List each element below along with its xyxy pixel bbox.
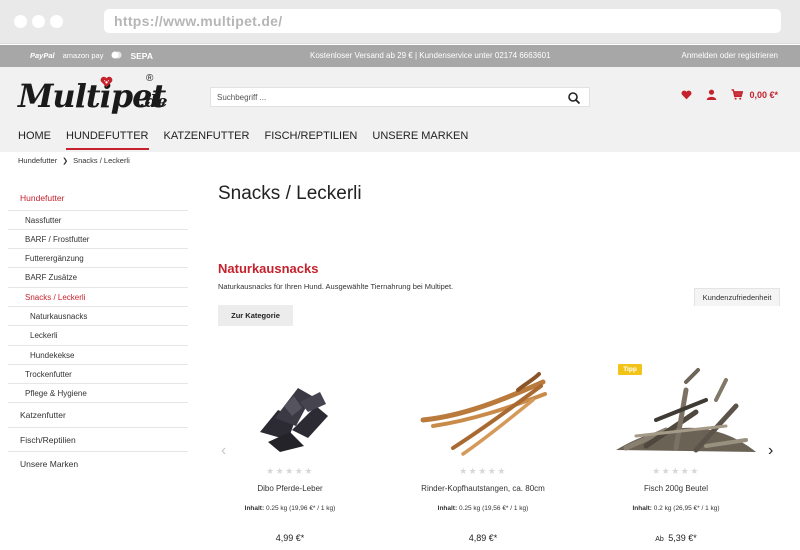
rating-stars: ★★★★★ [459,466,507,476]
sepa-logo: SEPA [130,51,153,61]
sidebar-item-hundekekse[interactable]: Hundekekse [8,346,188,365]
product-card[interactable]: ★★★★★ Dibo Pferde-Leber Inhalt: 0.25 kg … [200,360,380,550]
product-price: 4,89 €* [468,533,498,543]
product-card[interactable]: ★★★★★ Rinder-Kopfhautstangen, ca. 80cm I… [393,360,573,550]
cart-icon[interactable] [731,89,744,100]
product-name[interactable]: Fisch 200g Beutel [586,484,766,493]
logo-registered-mark: ® [146,73,154,84]
login-register-link[interactable]: Anmelden oder registrieren [682,51,779,60]
category-sidebar: Hundefutter Nassfutter BARF / Frostfutte… [8,186,188,477]
sidebar-item-barf-frostfutter[interactable]: BARF / Frostfutter [8,230,188,250]
content-label: Inhalt: [632,505,652,512]
sidebar-item-futterergaenzung[interactable]: Futterergänzung [8,249,188,269]
sidebar-item-unsere-marken[interactable]: Unsere Marken [8,452,188,477]
address-bar-url: https://www.multipet.de/ [114,13,283,29]
nav-item-home[interactable]: HOME [18,130,51,150]
header-actions: 0,00 €* [681,89,778,100]
tipp-badge: Tipp [618,364,642,375]
long-beef-sticks-image[interactable] [393,360,573,460]
product-price: Ab 5,39 €* [586,533,766,543]
account-user-icon[interactable] [706,89,717,100]
sidebar-item-hundefutter[interactable]: Hundefutter [8,186,188,211]
nav-item-katzenfutter[interactable]: KATZENFUTTER [164,130,250,150]
chevron-right-icon: ❯ [62,157,69,165]
breadcrumb-item[interactable]: Hundefutter [18,156,57,165]
product-price: 4,99 €* [275,533,305,543]
sidebar-item-barf-zusaetze[interactable]: BARF Zusätze [8,268,188,288]
window-close-dot[interactable] [14,15,27,28]
sidebar-item-leckerli[interactable]: Leckerli [8,326,188,346]
payment-logos: PayPal amazon pay SEPA [30,51,153,61]
dried-fish-pile-image[interactable] [586,360,766,460]
window-minimize-dot[interactable] [32,15,45,28]
product-content-info: Inhalt: 0.2 kg (26,95 €* / 1 kg) [586,505,766,512]
nav-item-fisch-reptilien[interactable]: FISCH/REPTILIEN [264,130,357,150]
sidebar-item-trockenfutter[interactable]: Trockenfutter [8,365,188,385]
customer-satisfaction-tab[interactable]: Kundenzufriedenheit [694,288,780,306]
wishlist-heart-icon[interactable] [681,90,692,100]
sidebar-item-naturkausnacks[interactable]: Naturkausnacks [8,307,188,327]
product-content-info: Inhalt: 0.25 kg (19,56 €* / 1 kg) [393,505,573,512]
credit-card-icon [111,51,122,61]
sidebar-item-fisch-reptilien[interactable]: Fisch/Reptilien [8,428,188,453]
sidebar-item-katzenfutter[interactable]: Katzenfutter [8,403,188,428]
go-to-category-button[interactable]: Zur Kategorie [218,305,293,326]
product-name[interactable]: Dibo Pferde-Leber [200,484,380,493]
content-label: Inhalt: [244,505,265,512]
search-box [210,87,590,107]
main-nav: HOME HUNDEFUTTER KATZENFUTTER FISCH/REPT… [18,130,483,150]
window-maximize-dot[interactable] [50,15,63,28]
dark-liver-chunks-image[interactable] [200,360,380,460]
product-name[interactable]: Rinder-Kopfhautstangen, ca. 80cm [393,484,573,493]
heart-logo-icon [100,76,113,88]
category-description: Naturkausnacks für Ihren Hund. Ausgewähl… [218,282,454,291]
amazon-pay-logo: amazon pay [62,51,104,60]
nav-item-unsere-marken[interactable]: UNSERE MARKEN [372,130,468,150]
content-value: 0.2 kg (26,95 €* / 1 kg) [653,505,720,512]
content-label: Inhalt: [437,505,458,512]
browser-chrome: https://www.multipet.de/ [0,0,800,44]
page-title: Snacks / Leckerli [218,183,362,204]
site-logo[interactable]: Multipet .de ® [18,73,178,123]
price-prefix: Ab [655,536,664,543]
content-value: 0.25 kg (19,96 €* / 1 kg) [265,505,336,512]
price-value: 5,39 €* [668,533,697,543]
sidebar-item-pflege-hygiene[interactable]: Pflege & Hygiene [8,384,188,404]
product-card[interactable]: ★★★★★ Fisch 200g Beutel Inhalt: 0.2 kg (… [586,360,766,550]
sidebar-item-nassfutter[interactable]: Nassfutter [8,211,188,230]
sidebar-item-snacks-leckerli[interactable]: Snacks / Leckerli [8,288,188,307]
category-title: Naturkausnacks [218,261,319,276]
product-content-info: Inhalt: 0.25 kg (19,96 €* / 1 kg) [200,505,380,512]
rating-stars: ★★★★★ [652,466,700,476]
content-value: 0.25 kg (19,56 €* / 1 kg) [458,505,529,512]
rating-stars: ★★★★★ [266,466,314,476]
address-bar[interactable]: https://www.multipet.de/ [104,9,781,33]
cart-total[interactable]: 0,00 €* [749,90,778,100]
slider-next-icon[interactable]: › [768,442,773,460]
breadcrumb: Hundefutter ❯ Snacks / Leckerli [18,156,130,165]
search-input[interactable] [217,91,547,103]
paypal-logo: PayPal [30,51,55,60]
breadcrumb-item[interactable]: Snacks / Leckerli [73,156,130,165]
shipping-info: Kostenloser Versand ab 29 € | Kundenserv… [310,51,551,60]
nav-item-hundefutter[interactable]: HUNDEFUTTER [66,130,149,150]
top-info-bar: PayPal amazon pay SEPA Kostenloser Versa… [0,45,800,67]
search-icon[interactable] [567,91,581,105]
logo-suffix: .de [139,92,168,112]
